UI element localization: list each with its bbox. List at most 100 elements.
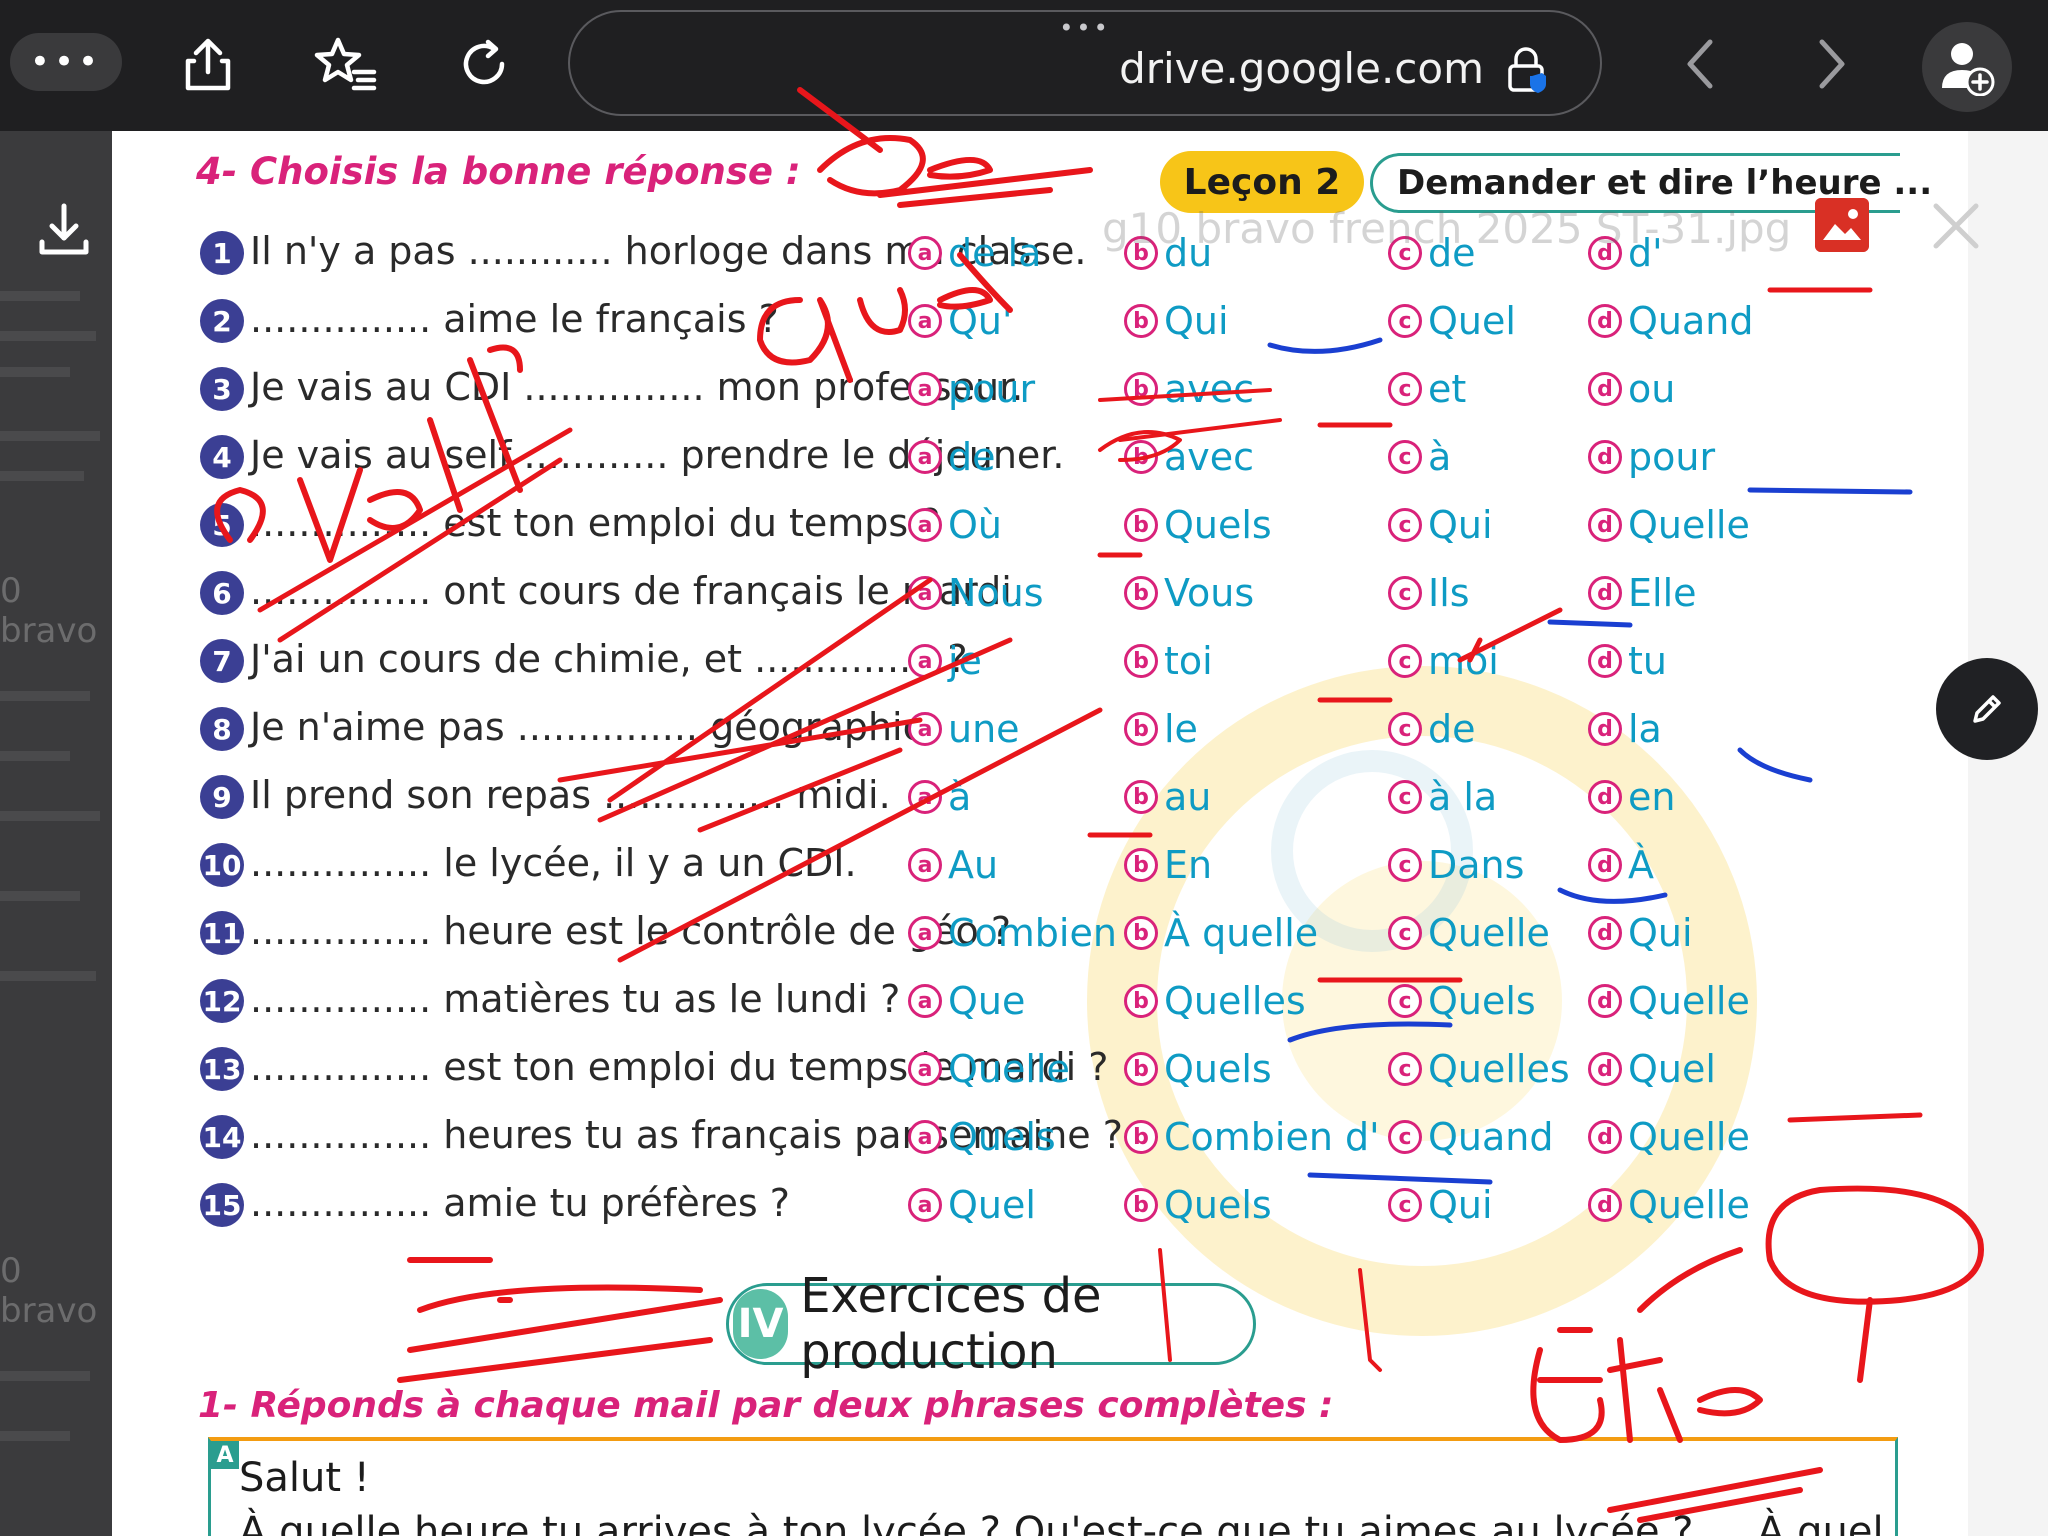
answer-option: d tu <box>1588 639 1667 683</box>
answer-option: c Quelle <box>1388 911 1550 955</box>
question-row: 15............... amie tu préfères ? a Que… <box>200 1177 1960 1237</box>
option-letter: b <box>1124 780 1158 814</box>
option-text: Quelles <box>1428 1047 1570 1091</box>
answer-option: c Dans <box>1388 843 1524 887</box>
share-button[interactable] <box>172 28 244 100</box>
option-text: Ils <box>1428 571 1470 615</box>
option-letter: a <box>908 848 942 882</box>
option-letter: a <box>908 508 942 542</box>
ghost-line <box>0 367 70 377</box>
ghost-line <box>0 891 80 901</box>
address-text[interactable]: drive.google.com <box>1119 44 1484 93</box>
answer-option: d Quelle <box>1588 503 1750 547</box>
option-text: Qui <box>1628 911 1693 955</box>
option-text: Combien d' <box>1164 1115 1380 1159</box>
option-text: Vous <box>1164 571 1255 615</box>
answer-option: a Qu' <box>908 299 1012 343</box>
background-file-title: 0 bravo <box>0 1251 98 1331</box>
option-letter: c <box>1388 916 1422 950</box>
option-letter: d <box>1588 644 1622 678</box>
option-text: et <box>1428 367 1467 411</box>
share-icon <box>185 38 231 91</box>
option-letter: b <box>1124 644 1158 678</box>
option-text: Quelle <box>948 1047 1070 1091</box>
more-options-button[interactable]: ••• <box>10 33 122 91</box>
option-text: de <box>948 435 996 479</box>
option-letter: b <box>1124 372 1158 406</box>
option-letter: b <box>1124 916 1158 950</box>
option-letter: d <box>1588 372 1622 406</box>
option-text: ou <box>1628 367 1676 411</box>
address-bar-grip[interactable]: ••• <box>570 14 1600 42</box>
option-text: Qui <box>1428 1183 1493 1227</box>
mail-letter: A <box>211 1441 239 1469</box>
answer-option: b Qui <box>1124 299 1229 343</box>
option-text: une <box>948 707 1020 751</box>
answer-option: b Quels <box>1124 1047 1272 1091</box>
answer-option: d pour <box>1588 435 1715 479</box>
ghost-line <box>0 1431 70 1441</box>
answer-option: b avec <box>1124 367 1254 411</box>
option-text: Quelles <box>1164 979 1306 1023</box>
option-text: Quelle <box>1628 979 1750 1023</box>
chevron-right-icon <box>1819 39 1845 89</box>
option-text: Qui <box>1428 503 1493 547</box>
option-text: Quelle <box>1428 911 1550 955</box>
question-number: 15 <box>200 1183 244 1227</box>
bookmarks-button[interactable] <box>310 28 382 100</box>
answer-option: c Qui <box>1388 503 1493 547</box>
option-letter: c <box>1388 508 1422 542</box>
answer-option: b Combien d' <box>1124 1115 1380 1159</box>
option-text: à <box>1428 435 1452 479</box>
lock-icon[interactable] <box>1504 46 1548 94</box>
option-letter: a <box>908 1052 942 1086</box>
option-text: la <box>1628 707 1662 751</box>
option-letter: b <box>1124 576 1158 610</box>
question-number: 5 <box>200 503 244 547</box>
reload-button[interactable] <box>448 28 520 100</box>
back-button[interactable] <box>1664 28 1736 100</box>
option-text: à <box>948 775 972 819</box>
option-letter: b <box>1124 1052 1158 1086</box>
option-text: Qui <box>1164 299 1229 343</box>
address-bar[interactable]: ••• drive.google.com <box>568 10 1602 116</box>
document-page: 4- Choisis la bonne réponse : Leçon 2 De… <box>112 131 1968 1536</box>
answer-option: a pour <box>908 367 1035 411</box>
mail-first-line: À quelle heure tu arrives à ton lycée ? … <box>239 1509 1884 1536</box>
answer-option: a Au <box>908 843 998 887</box>
profile-button[interactable] <box>1922 22 2012 112</box>
download-icon[interactable] <box>32 198 96 262</box>
close-icon[interactable] <box>1926 196 1986 256</box>
edit-button[interactable] <box>1936 658 2038 760</box>
option-text: de <box>1428 707 1476 751</box>
option-text: pour <box>1628 435 1716 479</box>
answer-option: a Quels <box>908 1115 1056 1159</box>
image-icon <box>1815 198 1869 252</box>
option-text: Quand <box>1428 1115 1554 1159</box>
answer-option: a Quel <box>908 1183 1036 1227</box>
answer-option: d Elle <box>1588 571 1697 615</box>
option-letter: c <box>1388 1120 1422 1154</box>
option-letter: c <box>1388 440 1422 474</box>
answer-option: a Combien <box>908 911 1117 955</box>
option-text: Quelle <box>1628 503 1750 547</box>
option-letter: a <box>908 372 942 406</box>
option-letter: b <box>1124 1120 1158 1154</box>
question-number: 14 <box>200 1115 244 1159</box>
question-number: 7 <box>200 639 244 683</box>
forward-button[interactable] <box>1796 28 1868 100</box>
production-number: IV <box>733 1289 789 1359</box>
question-number: 13 <box>200 1047 244 1091</box>
question-row: 13............... est ton emploi du temp… <box>200 1041 1960 1101</box>
option-letter: c <box>1388 984 1422 1018</box>
option-letter: a <box>908 576 942 610</box>
ghost-line <box>0 291 80 301</box>
answer-option: bÀ quelle <box>1124 911 1318 955</box>
pencil-icon <box>1973 695 2001 723</box>
answer-option: d Quand <box>1588 299 1754 343</box>
option-text: À quelle <box>1164 911 1319 955</box>
background-file-list: 0 bravo 0 bravo <box>0 131 112 1536</box>
option-letter: b <box>1124 984 1158 1018</box>
option-text: À <box>1628 843 1654 887</box>
ghost-line <box>0 751 70 761</box>
